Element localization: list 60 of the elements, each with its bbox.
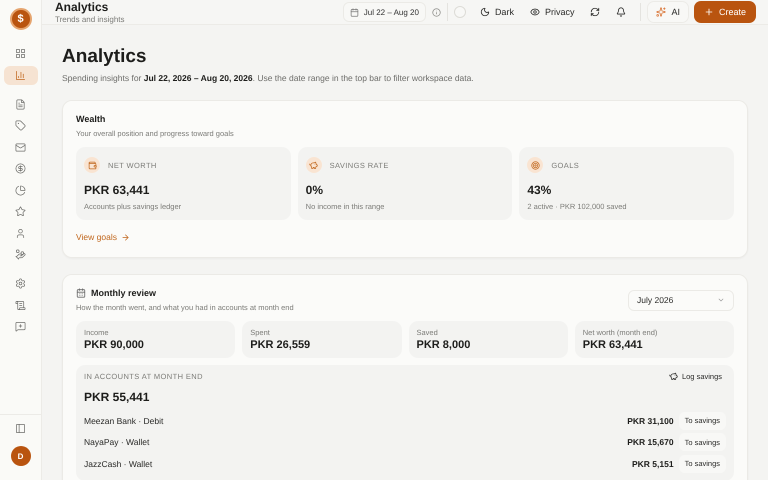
accounts-total: PKR 55,441 bbox=[84, 390, 150, 404]
card-title: Monthly review bbox=[91, 288, 156, 298]
stat-value: 0% bbox=[306, 183, 324, 197]
pie-chart-icon bbox=[15, 184, 26, 196]
account-name: NayaPay · Wallet bbox=[84, 437, 150, 448]
wallet-icon bbox=[84, 157, 100, 173]
account-name: Meezan Bank · Debit bbox=[84, 416, 164, 426]
dollar-icon bbox=[15, 163, 26, 174]
stat-value: PKR 8,000 bbox=[416, 339, 472, 351]
settings-icon bbox=[15, 278, 26, 289]
date-range-button[interactable]: Jul 22 – Aug 20 bbox=[342, 2, 426, 22]
panel-toggle-icon[interactable] bbox=[15, 423, 26, 434]
chevron-down-icon bbox=[717, 296, 725, 304]
stat-value: 43% bbox=[527, 183, 552, 197]
message-plus-icon bbox=[15, 321, 26, 332]
document-icon bbox=[15, 98, 26, 110]
account-amount: PKR 15,670 bbox=[627, 437, 674, 448]
moon-icon bbox=[480, 7, 490, 17]
target-icon bbox=[527, 157, 544, 173]
tag-icon bbox=[15, 120, 26, 131]
hand-coins-icon bbox=[15, 249, 26, 260]
sparkles-icon bbox=[656, 7, 666, 17]
stat-value: PKR 90,000 bbox=[84, 339, 145, 351]
refresh-icon bbox=[590, 7, 600, 17]
create-button[interactable]: Create bbox=[694, 1, 756, 23]
bell-icon bbox=[616, 7, 626, 17]
mail-icon bbox=[15, 142, 26, 152]
view-goals-link[interactable]: View goals bbox=[76, 232, 130, 242]
avatar[interactable]: D bbox=[10, 446, 30, 466]
scroll-icon bbox=[15, 300, 26, 310]
piggy-bank-icon bbox=[668, 372, 678, 381]
logo: $ bbox=[10, 8, 32, 30]
stat-value: PKR 26,559 bbox=[250, 339, 312, 351]
arrow-right-icon bbox=[120, 232, 130, 242]
ai-button[interactable]: AI bbox=[647, 1, 689, 23]
eye-icon bbox=[530, 7, 540, 17]
calendar-icon bbox=[350, 8, 359, 16]
page-subtitle: Trends and insights bbox=[55, 15, 125, 24]
account-amount: PKR 31,100 bbox=[627, 416, 674, 426]
stat-value: PKR 63,441 bbox=[582, 339, 644, 351]
month-select[interactable]: July 2026 bbox=[628, 290, 734, 310]
stat-value: PKR 63,441 bbox=[84, 183, 150, 197]
calendar-icon bbox=[76, 288, 86, 298]
star-icon bbox=[15, 206, 26, 217]
account-name: JazzCash · Wallet bbox=[84, 458, 152, 469]
info-icon[interactable] bbox=[432, 8, 441, 16]
page-title: Analytics bbox=[55, 0, 110, 14]
card-title: Wealth bbox=[76, 114, 106, 124]
bar-chart-icon bbox=[15, 70, 26, 80]
sidebar-bar-chart-button[interactable] bbox=[4, 66, 38, 84]
account-amount: PKR 5,151 bbox=[632, 458, 674, 469]
plus-icon bbox=[704, 7, 714, 17]
page-intro: Spending insights for Jul 22, 2026 – Aug 20, 2026. Use the date range in the top bar to filter workspace data. bbox=[62, 73, 475, 83]
dark-mode-button[interactable]: Dark bbox=[472, 1, 522, 23]
privacy-button[interactable]: Privacy bbox=[522, 1, 582, 23]
status-circle-icon bbox=[454, 6, 466, 18]
page-heading: Analytics bbox=[62, 46, 148, 68]
grid-icon bbox=[15, 48, 26, 59]
user-icon bbox=[15, 228, 26, 238]
piggy-bank-icon bbox=[306, 157, 322, 173]
